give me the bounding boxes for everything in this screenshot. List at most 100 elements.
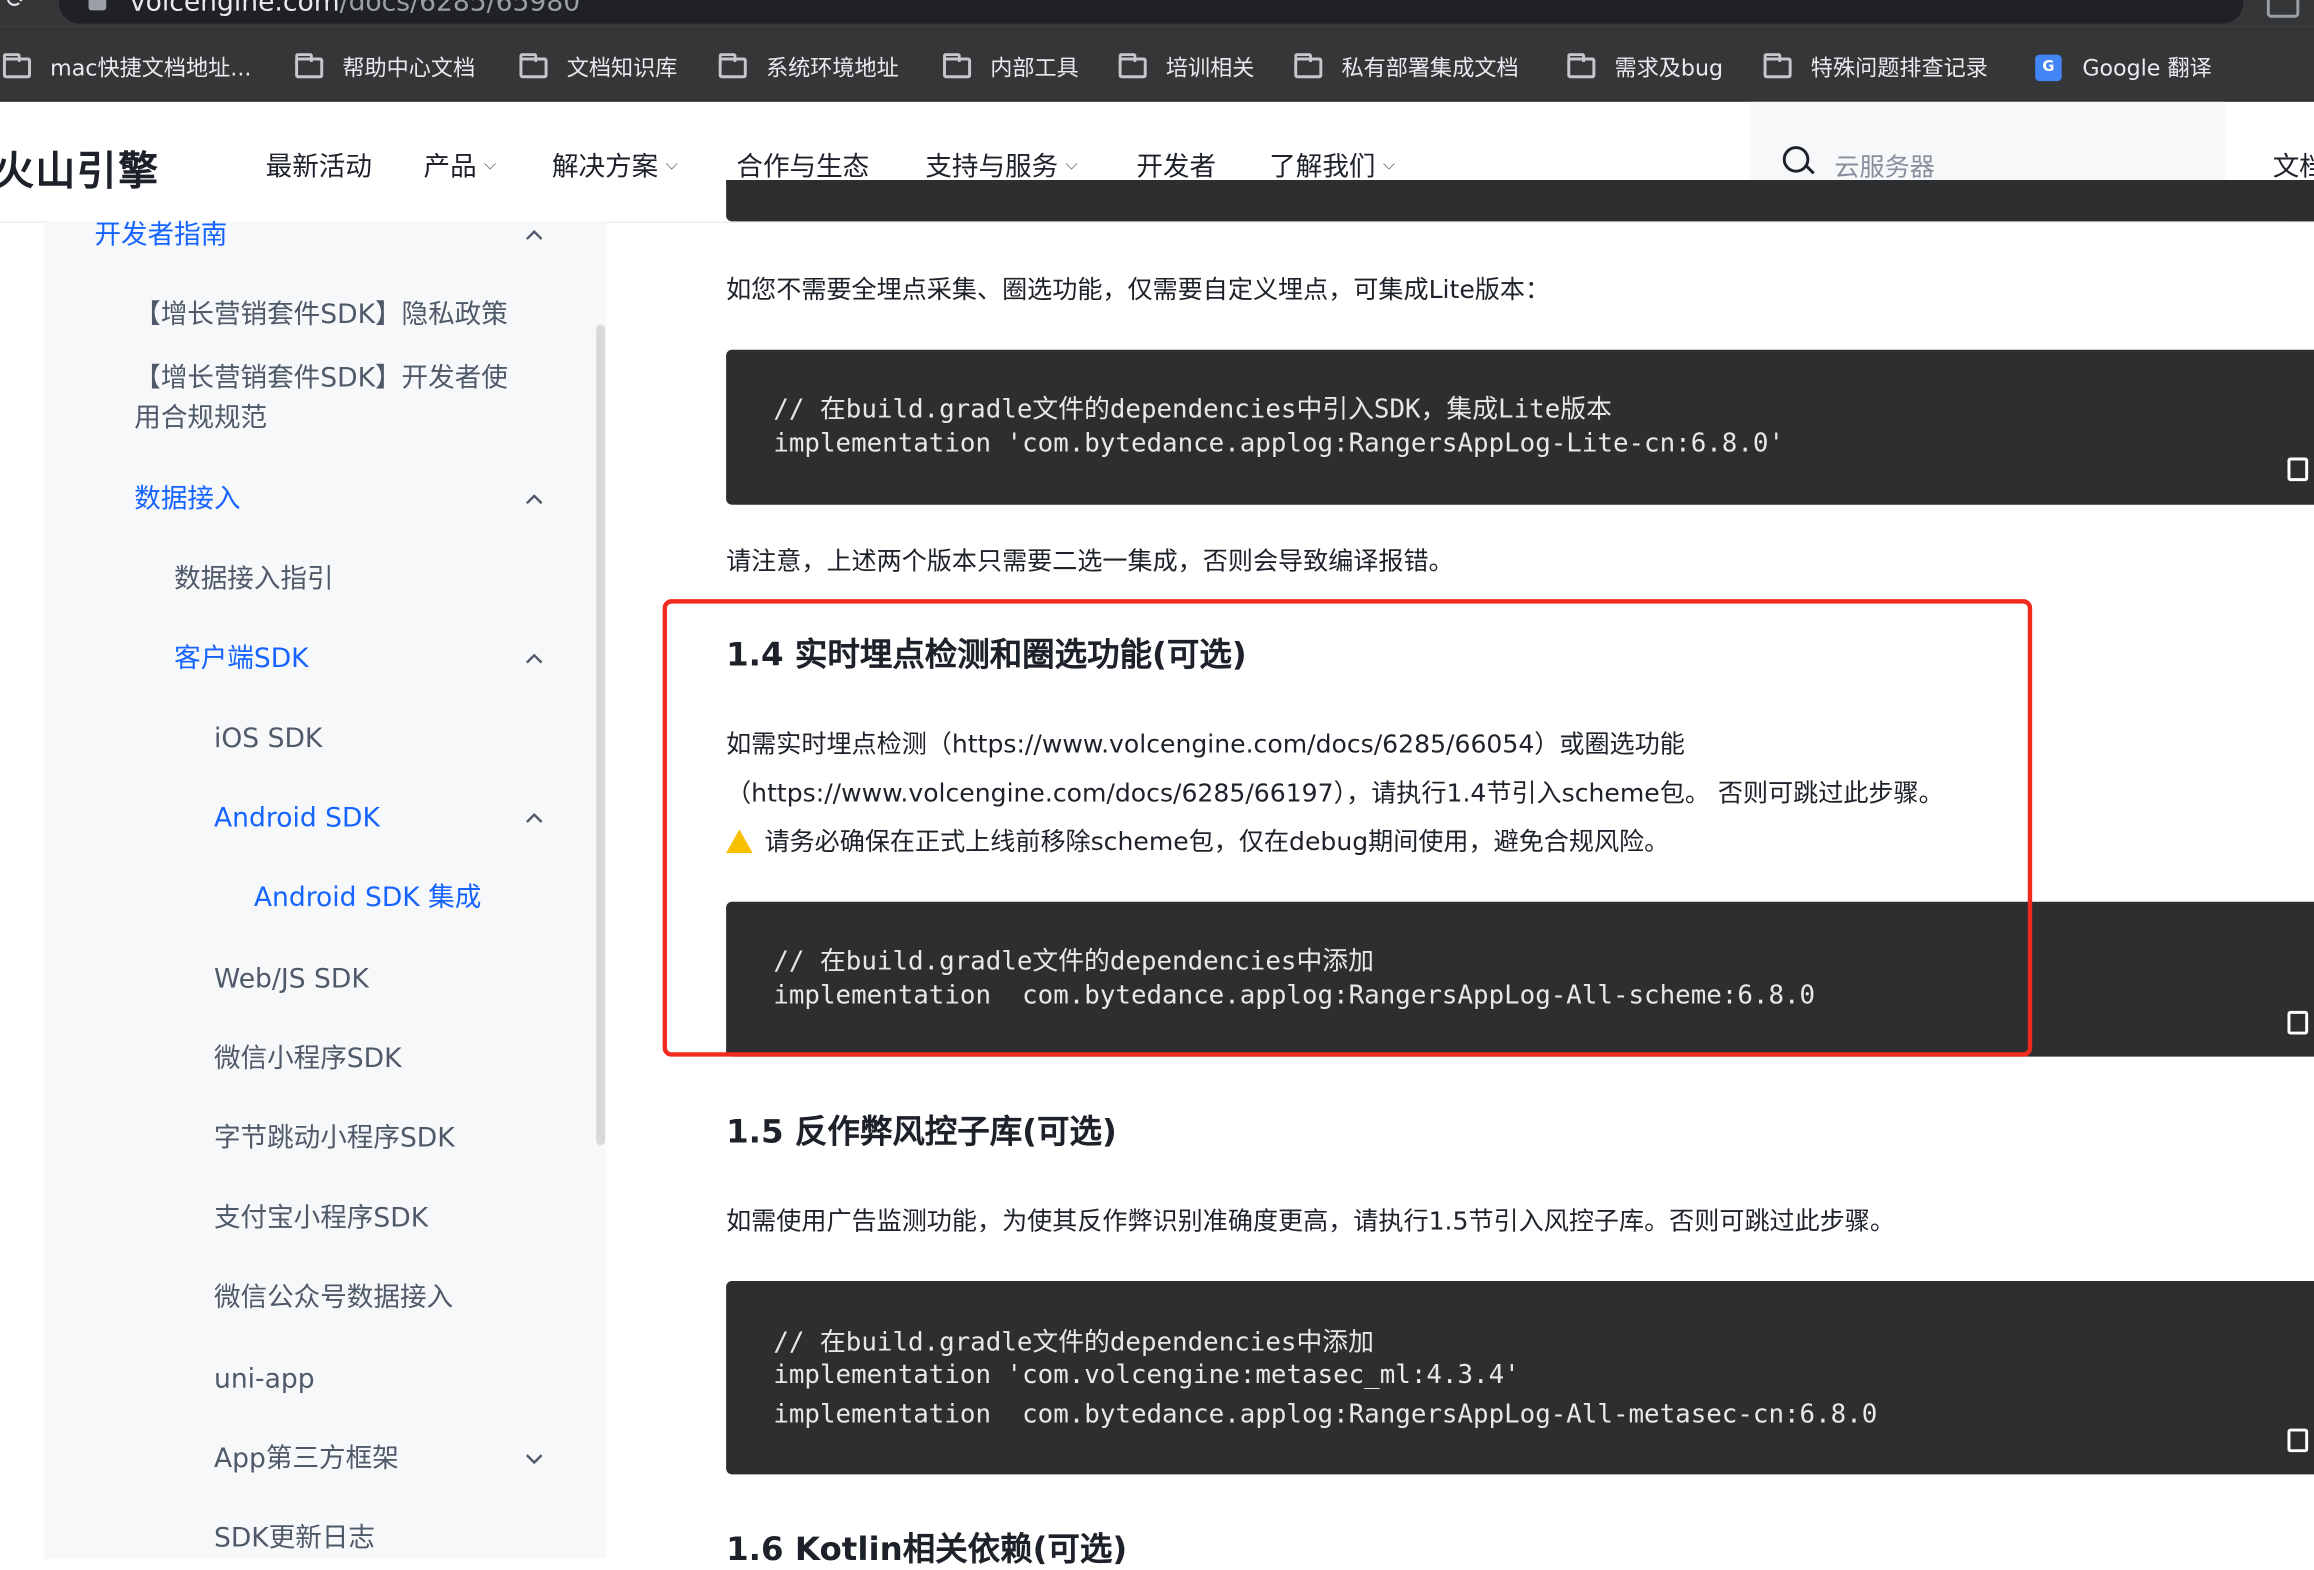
- folder-icon: [718, 52, 747, 78]
- chevron-down-icon: ⌵: [484, 154, 497, 175]
- nav-developers[interactable]: 开发者: [1136, 146, 1216, 184]
- bookmark-help-center[interactable]: 帮助中心文档: [295, 52, 475, 83]
- code-line: implementation com.bytedance.applog:Rang…: [773, 981, 1816, 1011]
- code-line: // 在build.gradle文件的dependencies中添加: [773, 947, 1374, 977]
- nav-products[interactable]: 产品 ⌵: [424, 146, 497, 184]
- sidebar-item-wechat-official-ingest[interactable]: 微信公众号数据接入: [214, 1278, 453, 1318]
- sidebar-item-web-js-sdk[interactable]: Web/JS SDK: [214, 959, 369, 999]
- lock-icon[interactable]: [88, 0, 107, 11]
- nav-latest-events[interactable]: 最新活动: [266, 146, 372, 184]
- bookmark-mac-shortcuts[interactable]: mac快捷文档地址...: [2, 52, 252, 83]
- paragraph-lite-intro: 如您不需要全埋点采集、圈选功能，仅需要自定义埋点，可集成Lite版本：: [726, 275, 1551, 306]
- reload-icon[interactable]: ⟳: [6, 0, 27, 15]
- code-block-lite: // 在build.gradle文件的dependencies中引入SDK，集成…: [726, 349, 2314, 505]
- folder-icon: [1763, 52, 1792, 78]
- bookmark-label: 需求及bug: [1614, 54, 1724, 82]
- sidebar-item-android-sdk-integration[interactable]: Android SDK 集成: [254, 878, 481, 918]
- bookmark-label: mac快捷文档地址...: [50, 54, 252, 82]
- folder-icon: [1567, 52, 1596, 78]
- bookmark-training[interactable]: 培训相关: [1118, 52, 1255, 83]
- nav-label: 支持与服务: [925, 152, 1059, 183]
- nav-label: 最新活动: [265, 152, 372, 183]
- sidebar-item-wechat-miniprogram-sdk[interactable]: 微信小程序SDK: [214, 1039, 402, 1079]
- code-block-scheme: // 在build.gradle文件的dependencies中添加 imple…: [726, 901, 2314, 1057]
- sidebar-item-uni-app[interactable]: uni-app: [214, 1359, 315, 1399]
- chevron-down-icon: ⌵: [1382, 154, 1396, 175]
- sidebar-item-alipay-miniprogram-sdk[interactable]: 支付宝小程序SDK: [214, 1198, 428, 1238]
- chevron-up-icon[interactable]: [525, 652, 543, 667]
- nav-partners[interactable]: 合作与生态: [736, 146, 869, 184]
- bookmark-private-deploy[interactable]: 私有部署集成文档: [1294, 52, 1519, 83]
- paragraph-1-4-warning: 请务必确保在正式上线前移除scheme包，仅在debug期间使用，避免合规风险。: [726, 821, 1669, 857]
- sidebar-item-ios-sdk[interactable]: iOS SDK: [214, 719, 322, 759]
- bookmark-system-env[interactable]: 系统环境地址: [718, 52, 899, 83]
- chevron-up-icon[interactable]: [525, 229, 543, 244]
- bookmark-label: 系统环境地址: [765, 54, 899, 82]
- sidebar-item-data-ingest[interactable]: 数据接入: [134, 480, 240, 520]
- code-line: // 在build.gradle文件的dependencies中添加: [773, 1328, 1374, 1358]
- search-icon[interactable]: [1782, 146, 1810, 173]
- copy-icon[interactable]: [2287, 1428, 2309, 1453]
- bookmark-requirements-bug[interactable]: 需求及bug: [1567, 52, 1723, 83]
- nav-label: 开发者: [1136, 152, 1217, 183]
- chevron-down-icon[interactable]: [525, 1454, 543, 1469]
- sidebar-item-sdk-changelog[interactable]: SDK更新日志: [214, 1519, 375, 1559]
- chevron-down-icon: ⌵: [1065, 154, 1078, 175]
- sidebar-item-android-sdk[interactable]: Android SDK: [214, 798, 380, 838]
- folder-icon: [295, 52, 324, 78]
- folder-icon: [2, 52, 31, 78]
- screenshot-root: ⟳ volcengine.com/docs/6285/65980 mac快捷文档…: [0, 0, 2314, 1569]
- sidebar-item-bytedance-miniprogram-sdk[interactable]: 字节跳动小程序SDK: [214, 1119, 455, 1159]
- code-block-metasec: // 在build.gradle文件的dependencies中添加 imple…: [726, 1280, 2314, 1475]
- browser-url-bar: ⟳ volcengine.com/docs/6285/65980: [0, 0, 2314, 27]
- nav-solutions[interactable]: 解决方案 ⌵: [552, 146, 678, 184]
- sidebar-item-developer-guide[interactable]: 开发者指南: [94, 215, 227, 255]
- nav-about[interactable]: 了解我们 ⌵: [1269, 146, 1395, 184]
- bookmarks-bar: mac快捷文档地址... 帮助中心文档 文档知识库 系统环境地址 内部工具 培训…: [0, 26, 2314, 102]
- paragraph-1-5: 如需使用广告监测功能，为使其反作弊识别准确度更高，请执行1.5节引入风控子库。否…: [726, 1207, 1895, 1237]
- url-host: volcengine.com: [129, 0, 340, 18]
- folder-icon: [1294, 52, 1323, 78]
- bookmark-internal-tools[interactable]: 内部工具: [943, 52, 1079, 83]
- bookmark-knowledge-base[interactable]: 文档知识库: [519, 52, 677, 83]
- heading-1-4: 1.4 实时埋点检测和圈选功能(可选): [726, 637, 1247, 675]
- nav-label: 合作与生态: [736, 152, 870, 183]
- code-line: implementation 'com.bytedance.applog:Ran…: [773, 429, 1785, 459]
- sidebar-item-third-party-frameworks[interactable]: App第三方框架: [214, 1439, 399, 1479]
- code-line: // 在build.gradle文件的dependencies中引入SDK，集成…: [773, 395, 1612, 426]
- extension-icon[interactable]: [2266, 0, 2300, 18]
- sidebar-item-dev-compliance[interactable]: 【增长营销套件SDK】开发者使: [134, 359, 508, 399]
- sidebar-item-ingest-guide[interactable]: 数据接入指引: [174, 559, 333, 599]
- nav-label: 了解我们: [1269, 152, 1376, 183]
- heading-1-5: 1.5 反作弊风控子库(可选): [726, 1114, 1117, 1152]
- paragraph-1-4-line1: 如需实时埋点检测（https://www.volcengine.com/docs…: [726, 730, 1685, 761]
- heading-1-6: 1.6 Kotlin相关依赖(可选): [726, 1531, 1128, 1569]
- sidebar-scrollbar[interactable]: [596, 324, 606, 1146]
- nav-docs-link[interactable]: 文档: [2273, 146, 2314, 184]
- copy-icon[interactable]: [2287, 457, 2309, 482]
- bookmark-label: 培训相关: [1165, 54, 1255, 82]
- nav-support[interactable]: 支持与服务 ⌵: [925, 146, 1078, 184]
- nav-label: 解决方案: [551, 152, 659, 183]
- code-line: implementation 'com.volcengine:metasec_m…: [773, 1360, 1520, 1391]
- folder-icon: [1118, 52, 1147, 78]
- sidebar-item-privacy-policy[interactable]: 【增长营销套件SDK】隐私政策: [134, 295, 508, 335]
- chevron-up-icon[interactable]: [525, 812, 543, 827]
- bookmark-google-translate[interactable]: G Google 翻译: [2035, 52, 2212, 83]
- bookmark-label: 帮助中心文档: [342, 54, 476, 82]
- code-block-previous: [726, 180, 2314, 222]
- search-input[interactable]: 云服务器: [1834, 146, 1934, 183]
- bookmark-troubleshooting[interactable]: 特殊问题排查记录: [1763, 52, 1988, 83]
- chevron-up-icon[interactable]: [525, 493, 543, 508]
- sidebar-item-dev-compliance-cont[interactable]: 用合规规范: [134, 398, 267, 438]
- folder-icon: [943, 52, 972, 78]
- url-text[interactable]: volcengine.com/docs/6285/65980: [130, 0, 580, 18]
- paragraph-note: 请注意，上述两个版本只需要二选一集成，否则会导致编译报错。: [726, 547, 1454, 578]
- url-path: /docs/6285/65980: [339, 0, 581, 18]
- sidebar-item-client-sdk[interactable]: 客户端SDK: [174, 639, 308, 679]
- site-logo[interactable]: 火山引擎: [0, 139, 159, 197]
- nav-label: 产品: [423, 152, 477, 183]
- folder-icon: [519, 52, 548, 78]
- copy-icon[interactable]: [2287, 1010, 2309, 1035]
- bookmark-label: 特殊问题排查记录: [1810, 54, 1988, 82]
